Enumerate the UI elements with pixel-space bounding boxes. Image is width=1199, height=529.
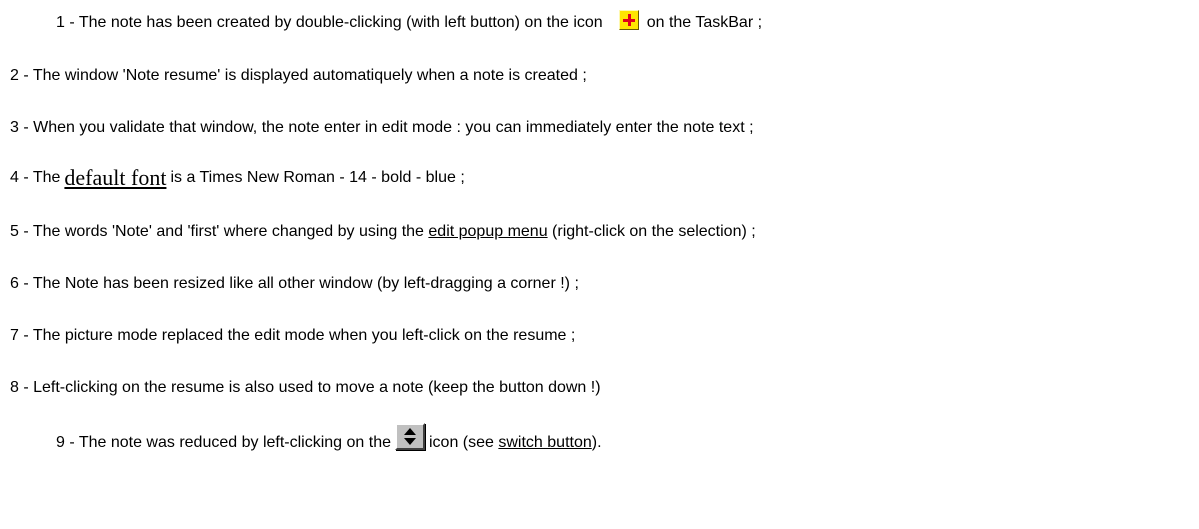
step-5-text: 5 - The words 'Note' and 'first' where c… xyxy=(10,223,424,240)
edit-popup-menu-link[interactable]: edit popup menu xyxy=(428,222,547,242)
step-8-text: 8 - Left-clicking on the resume is also … xyxy=(10,379,601,396)
switch-button-link[interactable]: switch button xyxy=(498,433,591,453)
arrow-down-icon xyxy=(404,438,416,445)
step-5: 5 - The words 'Note' and 'first' where c… xyxy=(10,222,756,242)
step-9-text-after: ). xyxy=(591,433,602,451)
step-4-text: 4 - The xyxy=(10,169,61,186)
step-4-text-after: is a Times New Roman - 14 - bold - blue … xyxy=(170,169,465,186)
step-3: 3 - When you validate that window, the n… xyxy=(10,118,754,138)
step-8: 8 - Left-clicking on the resume is also … xyxy=(10,378,601,398)
step-6-text: 6 - The Note has been resized like all o… xyxy=(10,275,579,292)
step-1-text-after: on the TaskBar ; xyxy=(646,14,763,31)
default-font-link[interactable]: default font xyxy=(64,167,166,189)
step-9-text: 9 - The note was reduced by left-clickin… xyxy=(56,433,391,451)
step-6: 6 - The Note has been resized like all o… xyxy=(10,274,579,294)
step-1: 1 - The note has been created by double-… xyxy=(56,10,763,33)
step-5-text-after: (right-click on the selection) ; xyxy=(552,223,756,240)
step-3-text: 3 - When you validate that window, the n… xyxy=(10,119,754,136)
step-7: 7 - The picture mode replaced the edit m… xyxy=(10,326,575,346)
arrow-up-icon xyxy=(404,428,416,435)
taskbar-add-icon[interactable] xyxy=(618,10,639,30)
step-4: 4 - The default font is a Times New Roma… xyxy=(10,167,465,189)
step-2-text: 2 - The window 'Note resume' is displaye… xyxy=(10,67,587,84)
step-9: 9 - The note was reduced by left-clickin… xyxy=(56,423,602,456)
switch-button-icon[interactable] xyxy=(395,423,425,450)
step-1-text: 1 - The note has been created by double-… xyxy=(56,14,603,31)
step-9-text-middle: icon (see xyxy=(429,433,494,451)
step-7-text: 7 - The picture mode replaced the edit m… xyxy=(10,327,576,344)
step-2: 2 - The window 'Note resume' is displaye… xyxy=(10,66,587,86)
